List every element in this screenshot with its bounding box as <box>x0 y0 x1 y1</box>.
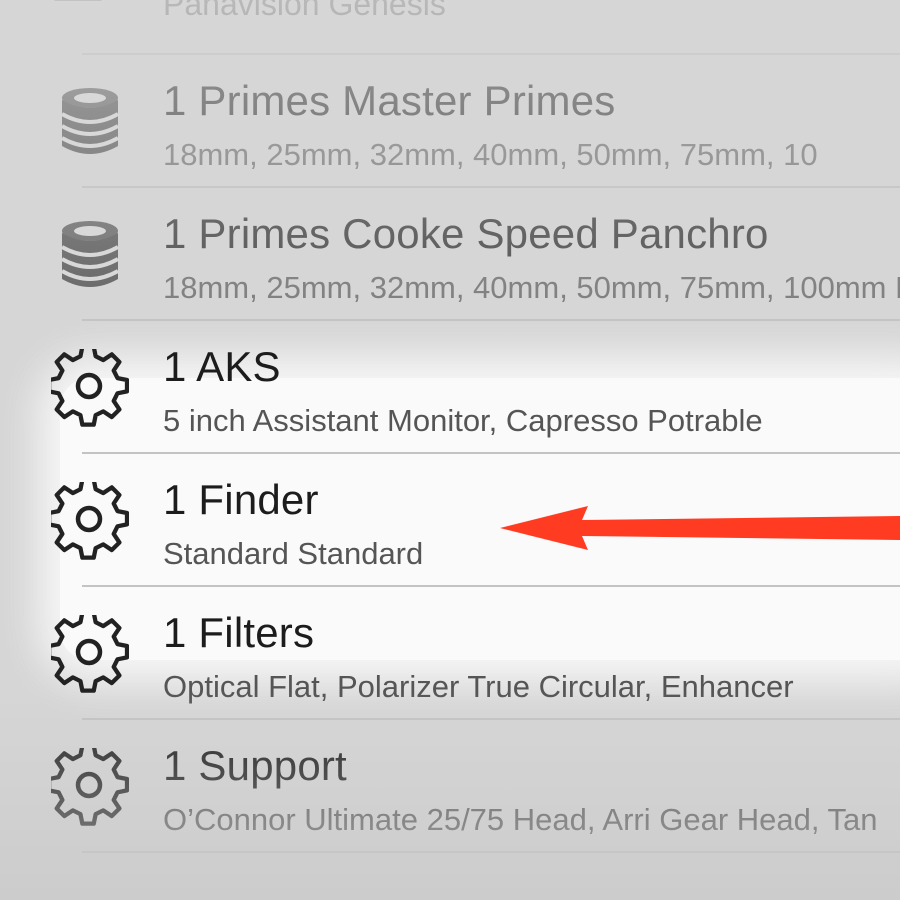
gear-icon <box>50 614 130 694</box>
list-item-subtitle: 18mm, 25mm, 32mm, 40mm, 50mm, 75mm, 100m… <box>163 270 900 305</box>
list-item-title: 1 AKS <box>163 343 281 390</box>
list-item-title: 1 Filters <box>163 609 315 656</box>
list-item-aks[interactable]: 1 AKS 5 inch Assistant Monitor, Capresso… <box>0 321 900 454</box>
list-item-subtitle: 18mm, 25mm, 32mm, 40mm, 50mm, 75mm, 10 <box>163 137 818 172</box>
list-item-subtitle: Optical Flat, Polarizer True Circular, E… <box>163 669 794 704</box>
gear-icon <box>50 481 130 561</box>
lens-icon <box>50 82 130 162</box>
list-item-title: 1 Support <box>163 742 347 789</box>
camera-icon <box>50 0 130 22</box>
list-item-filters[interactable]: 1 Filters Optical Flat, Polarizer True C… <box>0 587 900 720</box>
equipment-list-screen: Panavision Genesis 1 Primes Master Prime… <box>0 0 900 900</box>
lens-icon <box>50 215 130 295</box>
list-item-title: 1 Primes Cooke Speed Panchro <box>163 210 769 257</box>
list-item-cooke-speed-panchro[interactable]: 1 Primes Cooke Speed Panchro 18mm, 25mm,… <box>0 188 900 321</box>
list-item-subtitle: O’Connor Ultimate 25/75 Head, Arri Gear … <box>163 802 878 837</box>
gear-icon <box>50 348 130 428</box>
arrow-annotation-icon <box>500 506 900 550</box>
list-item-support[interactable]: 1 Support O’Connor Ultimate 25/75 Head, … <box>0 720 900 853</box>
list-item-subtitle: 5 inch Assistant Monitor, Capresso Potra… <box>163 403 763 438</box>
list-item-subtitle: Panavision Genesis <box>163 0 446 22</box>
row-divider <box>82 851 900 853</box>
gear-icon <box>50 747 130 827</box>
list-item-master-primes[interactable]: 1 Primes Master Primes 18mm, 25mm, 32mm,… <box>0 55 900 188</box>
list-item-subtitle: Standard Standard <box>163 536 424 571</box>
arrow-shape <box>500 506 900 550</box>
list-item-title: 1 Finder <box>163 476 319 523</box>
list-item-title: 1 Primes Master Primes <box>163 77 616 124</box>
equipment-list: Panavision Genesis 1 Primes Master Prime… <box>0 0 900 853</box>
list-item-camera[interactable]: Panavision Genesis <box>0 0 900 55</box>
